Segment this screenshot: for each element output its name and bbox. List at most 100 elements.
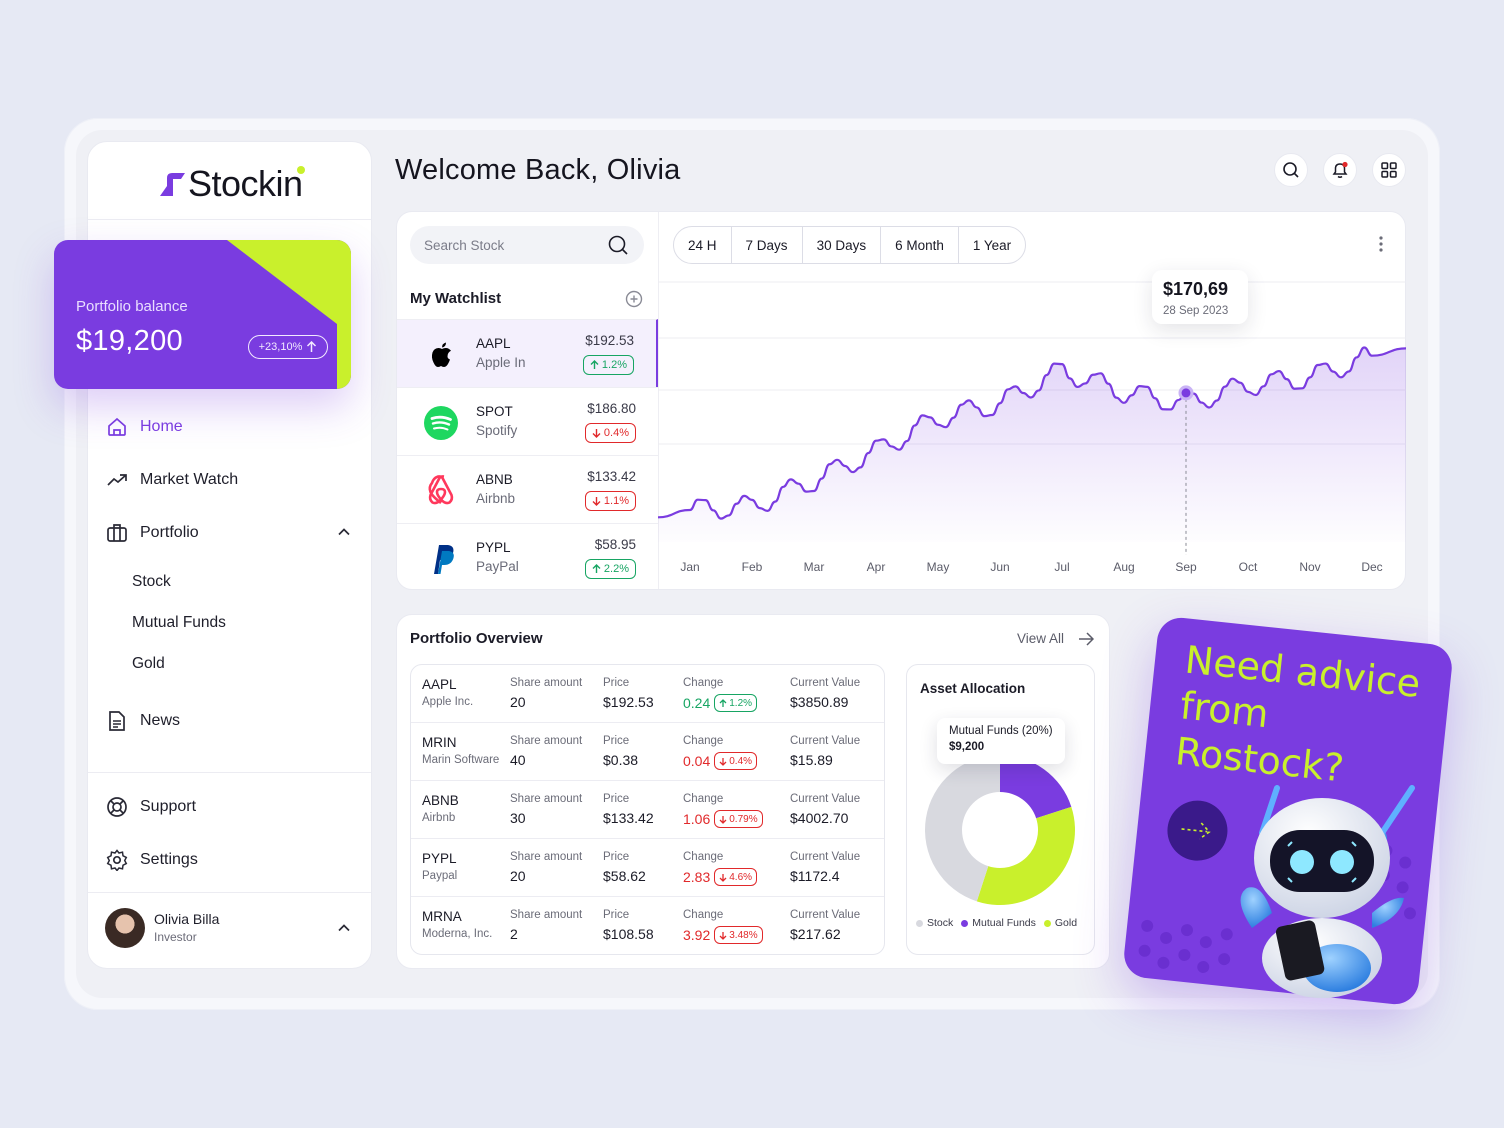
nav-support[interactable]: Support [106,796,196,818]
search-placeholder: Search Stock [424,237,505,253]
sidebar-divider [88,219,371,220]
allocation-legend: Stock Mutual Funds Gold [916,917,1077,929]
dashed-arrow-icon [1181,822,1211,840]
asset-allocation-donut[interactable] [924,754,1076,906]
balance-label: Portfolio balance [76,298,188,315]
view-all-link[interactable]: View All [1017,631,1064,646]
search-button[interactable] [1274,153,1308,187]
balance-value: $19,200 [76,325,183,357]
search-icon[interactable] [607,234,629,256]
donut-slice-gold[interactable] [976,806,1075,905]
arrow-down-icon [592,429,601,438]
nav-news[interactable]: News [106,710,180,732]
row-change-pct: 0.4% [729,755,753,767]
price-chart[interactable]: Jan Feb Mar Apr May Jun Jul Aug Sep Oct Nov Dec [658,280,1406,580]
table-row[interactable]: MRNA Moderna, Inc. Share amount 2 Price … [411,897,884,954]
share-amount-label: Share amount [510,677,583,689]
nav-home[interactable]: Home [106,416,183,438]
legend-item-mutual-funds: Mutual Funds [961,917,1036,929]
chart-tooltip-date: 28 Sep 2023 [1163,305,1229,317]
donut-slice-mutual-funds[interactable] [1000,755,1072,819]
row-change: 3.92 3.48% [683,926,763,944]
time-range-selector: 24 H 7 Days 30 Days 6 Month 1 Year [673,226,1027,264]
watchlist-item[interactable]: ABNB Airbnb $133.42 1.1% [397,455,658,523]
current-value-label: Current Value [790,909,861,921]
more-options-icon[interactable] [1374,234,1388,254]
row-price: $192.53 [603,694,654,710]
watchlist-item[interactable]: PYPL PayPal $58.95 2.2% [397,523,658,591]
change-label: Change [683,851,724,863]
nav-market-watch[interactable]: Market Watch [106,469,238,491]
balance-change-badge: +23,10% [248,335,328,359]
table-row[interactable]: ABNB Airbnb Share amount 30 Price $133.4… [411,781,884,839]
table-row[interactable]: AAPL Apple Inc. Share amount 20 Price $1… [411,665,884,723]
row-company: Paypal [422,870,458,882]
table-row[interactable]: PYPL Paypal Share amount 20 Price $58.62… [411,839,884,897]
portfolio-table: AAPL Apple Inc. Share amount 20 Price $1… [410,664,885,955]
grid-icon [1381,162,1397,178]
notifications-button[interactable] [1323,153,1357,187]
row-price: $133.42 [603,810,654,826]
chevron-up-icon[interactable] [337,921,351,935]
row-change-pct: 1.2% [729,697,753,709]
range-6-month[interactable]: 6 Month [881,227,959,263]
add-circle-icon[interactable] [625,290,643,308]
current-value-label: Current Value [790,735,861,747]
watchlist-name: Spotify [476,423,518,438]
row-change-pill: 3.48% [714,926,763,944]
x-tick-label: May [927,560,950,574]
row-change: 1.06 0.79% [683,810,763,828]
row-change-pill: 1.2% [714,694,758,712]
apps-button[interactable] [1372,153,1406,187]
watchlist-change-badge: 0.4% [584,423,636,443]
table-row[interactable]: MRIN Marin Software Share amount 40 Pric… [411,723,884,781]
app-logo[interactable]: Stockin [158,163,303,205]
price-label: Price [603,851,630,863]
legend-label: Gold [1054,917,1078,929]
range-24h[interactable]: 24 H [674,227,732,263]
share-amount-label: Share amount [510,909,583,921]
nav-news-label: News [140,712,181,729]
row-symbol: ABNB [422,793,459,808]
arrow-down-icon [719,931,727,940]
row-change: 0.24 1.2% [683,694,758,712]
range-30-days[interactable]: 30 Days [803,227,882,263]
nav-sub-stock[interactable]: Stock [132,573,171,591]
nav-sub-gold[interactable]: Gold [132,655,165,673]
watchlist-item[interactable]: SPOT Spotify $186.80 0.4% [397,387,658,455]
allocation-tooltip: Mutual Funds (20%) $9,200 [937,718,1065,764]
range-1-year[interactable]: 1 Year [959,227,1025,263]
row-current-value: $3850.89 [790,694,849,710]
promo-headline: Need advice from Rostock? [1173,637,1423,791]
row-current-value: $15.89 [790,752,833,768]
home-icon [108,417,126,436]
row-change-pill: 0.4% [714,752,758,770]
current-value-label: Current Value [790,793,861,805]
price-label: Price [603,735,630,747]
promo-go-button[interactable] [1164,797,1231,864]
nav-settings[interactable]: Settings [106,849,198,871]
user-role: Investor [154,930,197,944]
arrow-up-icon [592,564,601,573]
row-company: Marin Software [422,754,500,766]
chevron-up-icon[interactable] [337,525,351,539]
nav-portfolio[interactable]: Portfolio [106,522,199,544]
row-change: 2.83 4.6% [683,868,758,886]
nav-sub-mutual-funds[interactable]: Mutual Funds [132,614,226,632]
logo-mark-icon [160,173,185,196]
chart-tooltip-value: $170,69 [1163,279,1229,299]
row-change-value: 3.92 [683,927,711,943]
row-current-value: $1172.4 [790,868,840,884]
legend-item-stock: Stock [916,917,953,929]
user-name: Olivia Billa [154,911,220,927]
watchlist-title: My Watchlist [410,290,502,307]
chart-highlight-point[interactable] [1178,385,1194,401]
x-tick-label: Mar [804,560,825,574]
arrow-right-icon[interactable] [1078,632,1094,646]
watchlist-change: 1.2% [601,359,627,371]
range-7-days[interactable]: 7 Days [732,227,803,263]
watchlist-item[interactable]: AAPL Apple In $192.53 1.2% [397,319,658,387]
logo-text: Stockin [188,163,303,204]
row-change: 0.04 0.4% [683,752,758,770]
avatar[interactable] [105,908,145,948]
